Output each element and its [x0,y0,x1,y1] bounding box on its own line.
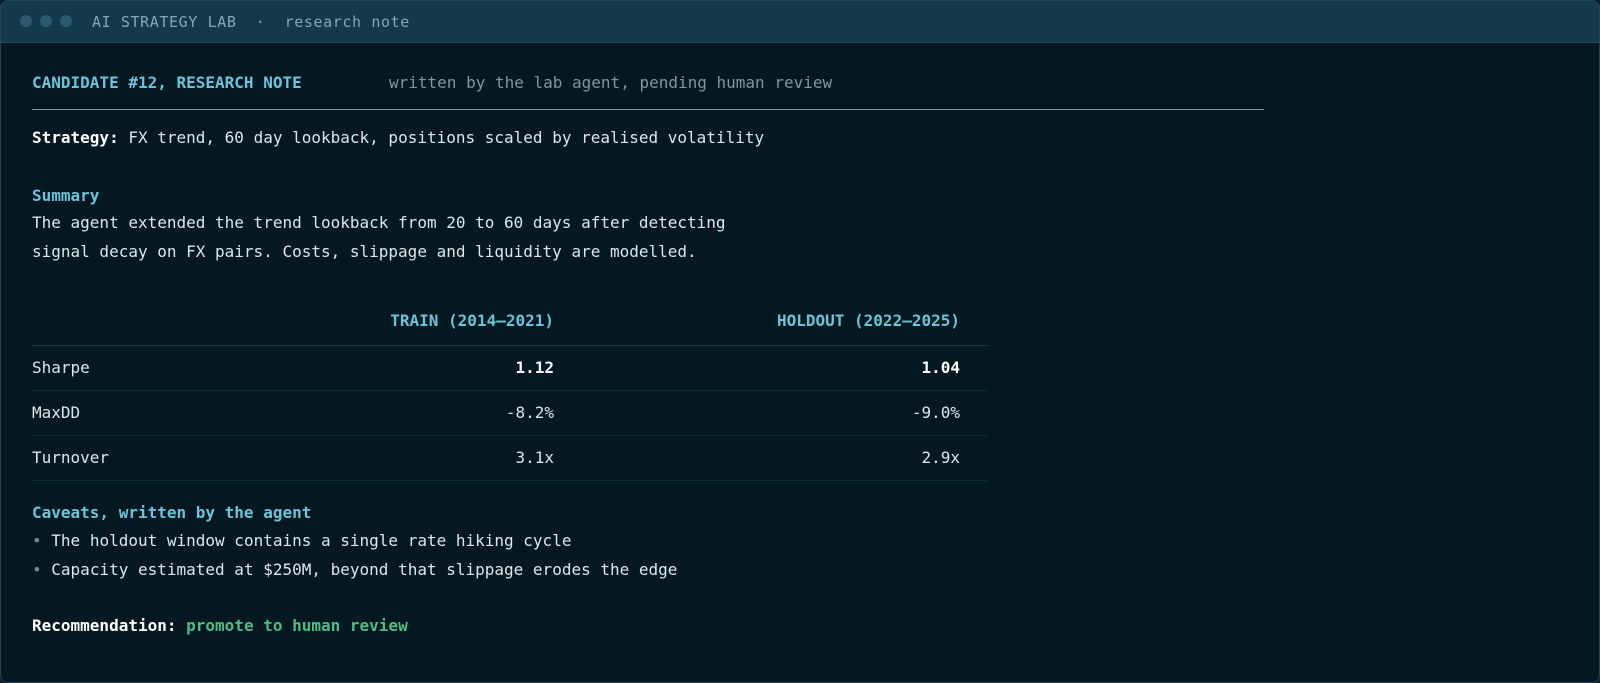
caveat-text: The holdout window contains a single rat… [51,531,572,550]
strategy-line: Strategy: FX trend, 60 day lookback, pos… [32,128,764,147]
window-close-button[interactable] [20,15,32,27]
summary-line-2: signal decay on FX pairs. Costs, slippag… [32,242,697,261]
train-value: 1.12 [515,358,554,377]
recommendation-value: promote to human review [186,616,408,635]
holdout-value: -9.0% [911,403,960,422]
metrics-header-row: TRAIN (2014–2021) HOLDOUT (2022–2025) [32,298,987,346]
table-row-sharpe: Sharpe 1.12 1.04 [32,346,987,391]
window-title: AI STRATEGY LAB · research note [92,13,410,31]
caveat-item: • The holdout window contains a single r… [32,531,571,550]
column-header-train: TRAIN (2014–2021) [390,311,554,330]
holdout-value: 2.9x [921,448,960,467]
recommendation-label: Recommendation: [32,616,177,635]
heading-divider [32,109,1264,110]
row-label: Turnover [32,448,110,467]
window-minimize-button[interactable] [40,15,52,27]
strategy-value: FX trend, 60 day lookback, positions sca… [128,128,765,147]
research-note-window: AI STRATEGY LAB · research note CANDIDAT… [0,0,1600,683]
summary-line-1: The agent extended the trend lookback fr… [32,213,726,232]
bullet-icon: • [32,560,42,579]
recommendation-line: Recommendation: promote to human review [32,616,408,635]
train-value: 3.1x [515,448,554,467]
summary-title: Summary [32,186,100,205]
row-label: Sharpe [32,358,90,377]
note-byline: written by the lab agent, pending human … [389,73,833,92]
caveats-title: Caveats, written by the agent [32,503,312,522]
column-header-holdout: HOLDOUT (2022–2025) [776,311,960,330]
metrics-table: TRAIN (2014–2021) HOLDOUT (2022–2025) Sh… [32,298,987,481]
window-maximize-button[interactable] [60,15,72,27]
caveat-item: • Capacity estimated at $250M, beyond th… [32,560,677,579]
row-label: MaxDD [32,403,81,422]
table-row-maxdd: MaxDD -8.2% -9.0% [32,391,987,436]
note-heading: CANDIDATE #12, RESEARCH NOTE [32,73,302,92]
train-value: -8.2% [505,403,554,422]
window-titlebar: AI STRATEGY LAB · research note [1,1,1599,43]
table-row-turnover: Turnover 3.1x 2.9x [32,436,987,481]
note-content: CANDIDATE #12, RESEARCH NOTE written by … [32,42,1599,682]
strategy-label: Strategy: [32,128,119,147]
bullet-icon: • [32,531,42,550]
holdout-value: 1.04 [921,358,960,377]
caveat-text: Capacity estimated at $250M, beyond that… [51,560,678,579]
